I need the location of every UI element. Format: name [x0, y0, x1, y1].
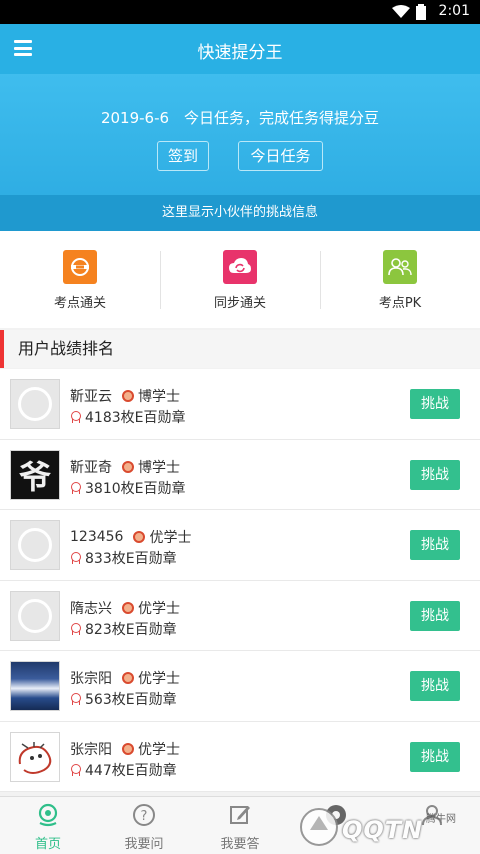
tab-label: 我要答 [220, 837, 260, 852]
sync-entry[interactable]: 同步通关 [160, 231, 320, 328]
signin-button[interactable]: 签到 [157, 141, 209, 171]
medal-count: 447枚E百勋章 [85, 762, 177, 779]
avatar[interactable] [10, 590, 60, 641]
quick-entry-bar: 考点通关 同步通关 考点PK [0, 231, 480, 328]
today-task-button[interactable]: 今日任务 [238, 141, 323, 171]
tab-label: 首页 [34, 837, 61, 852]
medal-count: 823枚E百勋章 [85, 621, 177, 638]
medal-icon [70, 693, 81, 705]
rank-badge-icon [133, 531, 146, 543]
user-level: 优学士 [138, 741, 180, 758]
rank-badge-icon [122, 742, 134, 755]
list-item: 爷 靳亚奇 博学士 3810枚E百勋章 挑战 [0, 440, 480, 510]
list-item: 靳亚云 博学士 4183枚E百勋章 挑战 [0, 369, 480, 440]
svg-text:?: ? [141, 809, 148, 824]
user-level: 优学士 [138, 671, 180, 687]
watermark-logo-icon [300, 808, 338, 846]
medal-icon [70, 552, 81, 564]
avatar[interactable] [10, 661, 60, 711]
pk-label: 考点PK [378, 296, 422, 311]
challenge-button[interactable]: 挑战 [410, 671, 460, 701]
medal-count: 3810枚E百勋章 [85, 480, 186, 497]
avatar[interactable] [10, 731, 60, 782]
challenge-button[interactable]: 挑战 [410, 389, 460, 419]
rank-badge-icon [122, 672, 134, 684]
tab-label: 我要问 [124, 837, 164, 852]
medal-icon [70, 622, 81, 635]
clock: 2:01 [438, 3, 470, 19]
checkpoint-label: 考点通关 [53, 296, 106, 311]
task-banner: 2019-6-6 今日任务，完成任务得提分豆 签到 今日任务 这里显示小伙伴的挑… [0, 74, 480, 231]
tab-home[interactable]: 首页 [0, 797, 96, 854]
list-item: 张宗阳 优学士 447枚E百勋章 挑战 [0, 722, 480, 792]
challenge-button[interactable]: 挑战 [410, 459, 460, 490]
home-icon [38, 803, 58, 827]
medal-count: 4183枚E百勋章 [85, 410, 186, 426]
medal-icon [70, 763, 81, 776]
page-title: 快速提分王 [197, 43, 283, 63]
challenge-info-bar[interactable]: 这里显示小伙伴的挑战信息 [0, 195, 480, 231]
medal-count: 833枚E百勋章 [85, 551, 177, 567]
sync-icon [223, 250, 257, 284]
challenge-button[interactable]: 挑战 [410, 741, 460, 772]
user-level: 博学士 [138, 389, 180, 405]
list-item: 123456 优学士 833枚E百勋章 挑战 [0, 510, 480, 581]
list-item: 隋志兴 优学士 823枚E百勋章 挑战 [0, 581, 480, 651]
app-bar: 快速提分王 [0, 24, 480, 74]
user-name: 123456 [70, 529, 124, 545]
medal-icon [70, 411, 81, 423]
rank-badge-icon [122, 460, 134, 473]
status-bar: 2:01 [0, 0, 480, 24]
sync-label: 同步通关 [213, 296, 266, 311]
rank-badge-icon [122, 601, 134, 614]
watermark: QQTN 腾牛网 [296, 794, 480, 854]
list-item: 张宗阳 优学士 563枚E百勋章 挑战 [0, 651, 480, 722]
avatar[interactable] [10, 520, 60, 570]
ranking-title: 用户战绩排名 [0, 330, 480, 368]
checkpoint-icon [63, 250, 97, 284]
tab-answer[interactable]: 我要答 [192, 797, 288, 854]
pk-entry[interactable]: 考点PK [320, 231, 480, 328]
checkpoint-entry[interactable]: 考点通关 [0, 231, 160, 328]
watermark-text: QQTN [342, 816, 424, 844]
pk-icon [383, 250, 417, 284]
avatar-glyph: 爷 [18, 457, 51, 496]
user-name: 张宗阳 [70, 671, 112, 687]
avatar[interactable]: 爷 [10, 449, 60, 500]
user-name: 张宗阳 [70, 741, 112, 758]
challenge-button[interactable]: 挑战 [410, 600, 460, 631]
tab-ask[interactable]: ? 我要问 [96, 797, 192, 854]
status-icons [392, 4, 426, 20]
edit-icon [230, 806, 250, 824]
user-name: 隋志兴 [70, 600, 112, 617]
battery-icon [416, 4, 426, 20]
daily-task-text: 2019-6-6 今日任务，完成任务得提分豆 [100, 109, 380, 127]
user-name: 靳亚奇 [70, 459, 112, 476]
rank-badge-icon [122, 390, 134, 402]
sketch-avatar-icon [18, 741, 52, 774]
challenge-button[interactable]: 挑战 [410, 530, 460, 560]
user-name: 靳亚云 [70, 389, 112, 405]
watermark-small-text: 腾牛网 [426, 814, 456, 825]
question-icon: ? [133, 804, 155, 826]
user-level: 优学士 [138, 600, 180, 617]
medal-icon [70, 481, 81, 494]
avatar[interactable] [10, 379, 60, 429]
wifi-icon [392, 5, 410, 18]
user-level: 优学士 [149, 530, 192, 546]
medal-count: 563枚E百勋章 [85, 692, 177, 708]
user-level: 博学士 [138, 459, 180, 476]
ranking-list: 靳亚云 博学士 4183枚E百勋章 挑战 爷 靳亚奇 博学士 3810枚E百勋章 挑… [0, 369, 480, 792]
